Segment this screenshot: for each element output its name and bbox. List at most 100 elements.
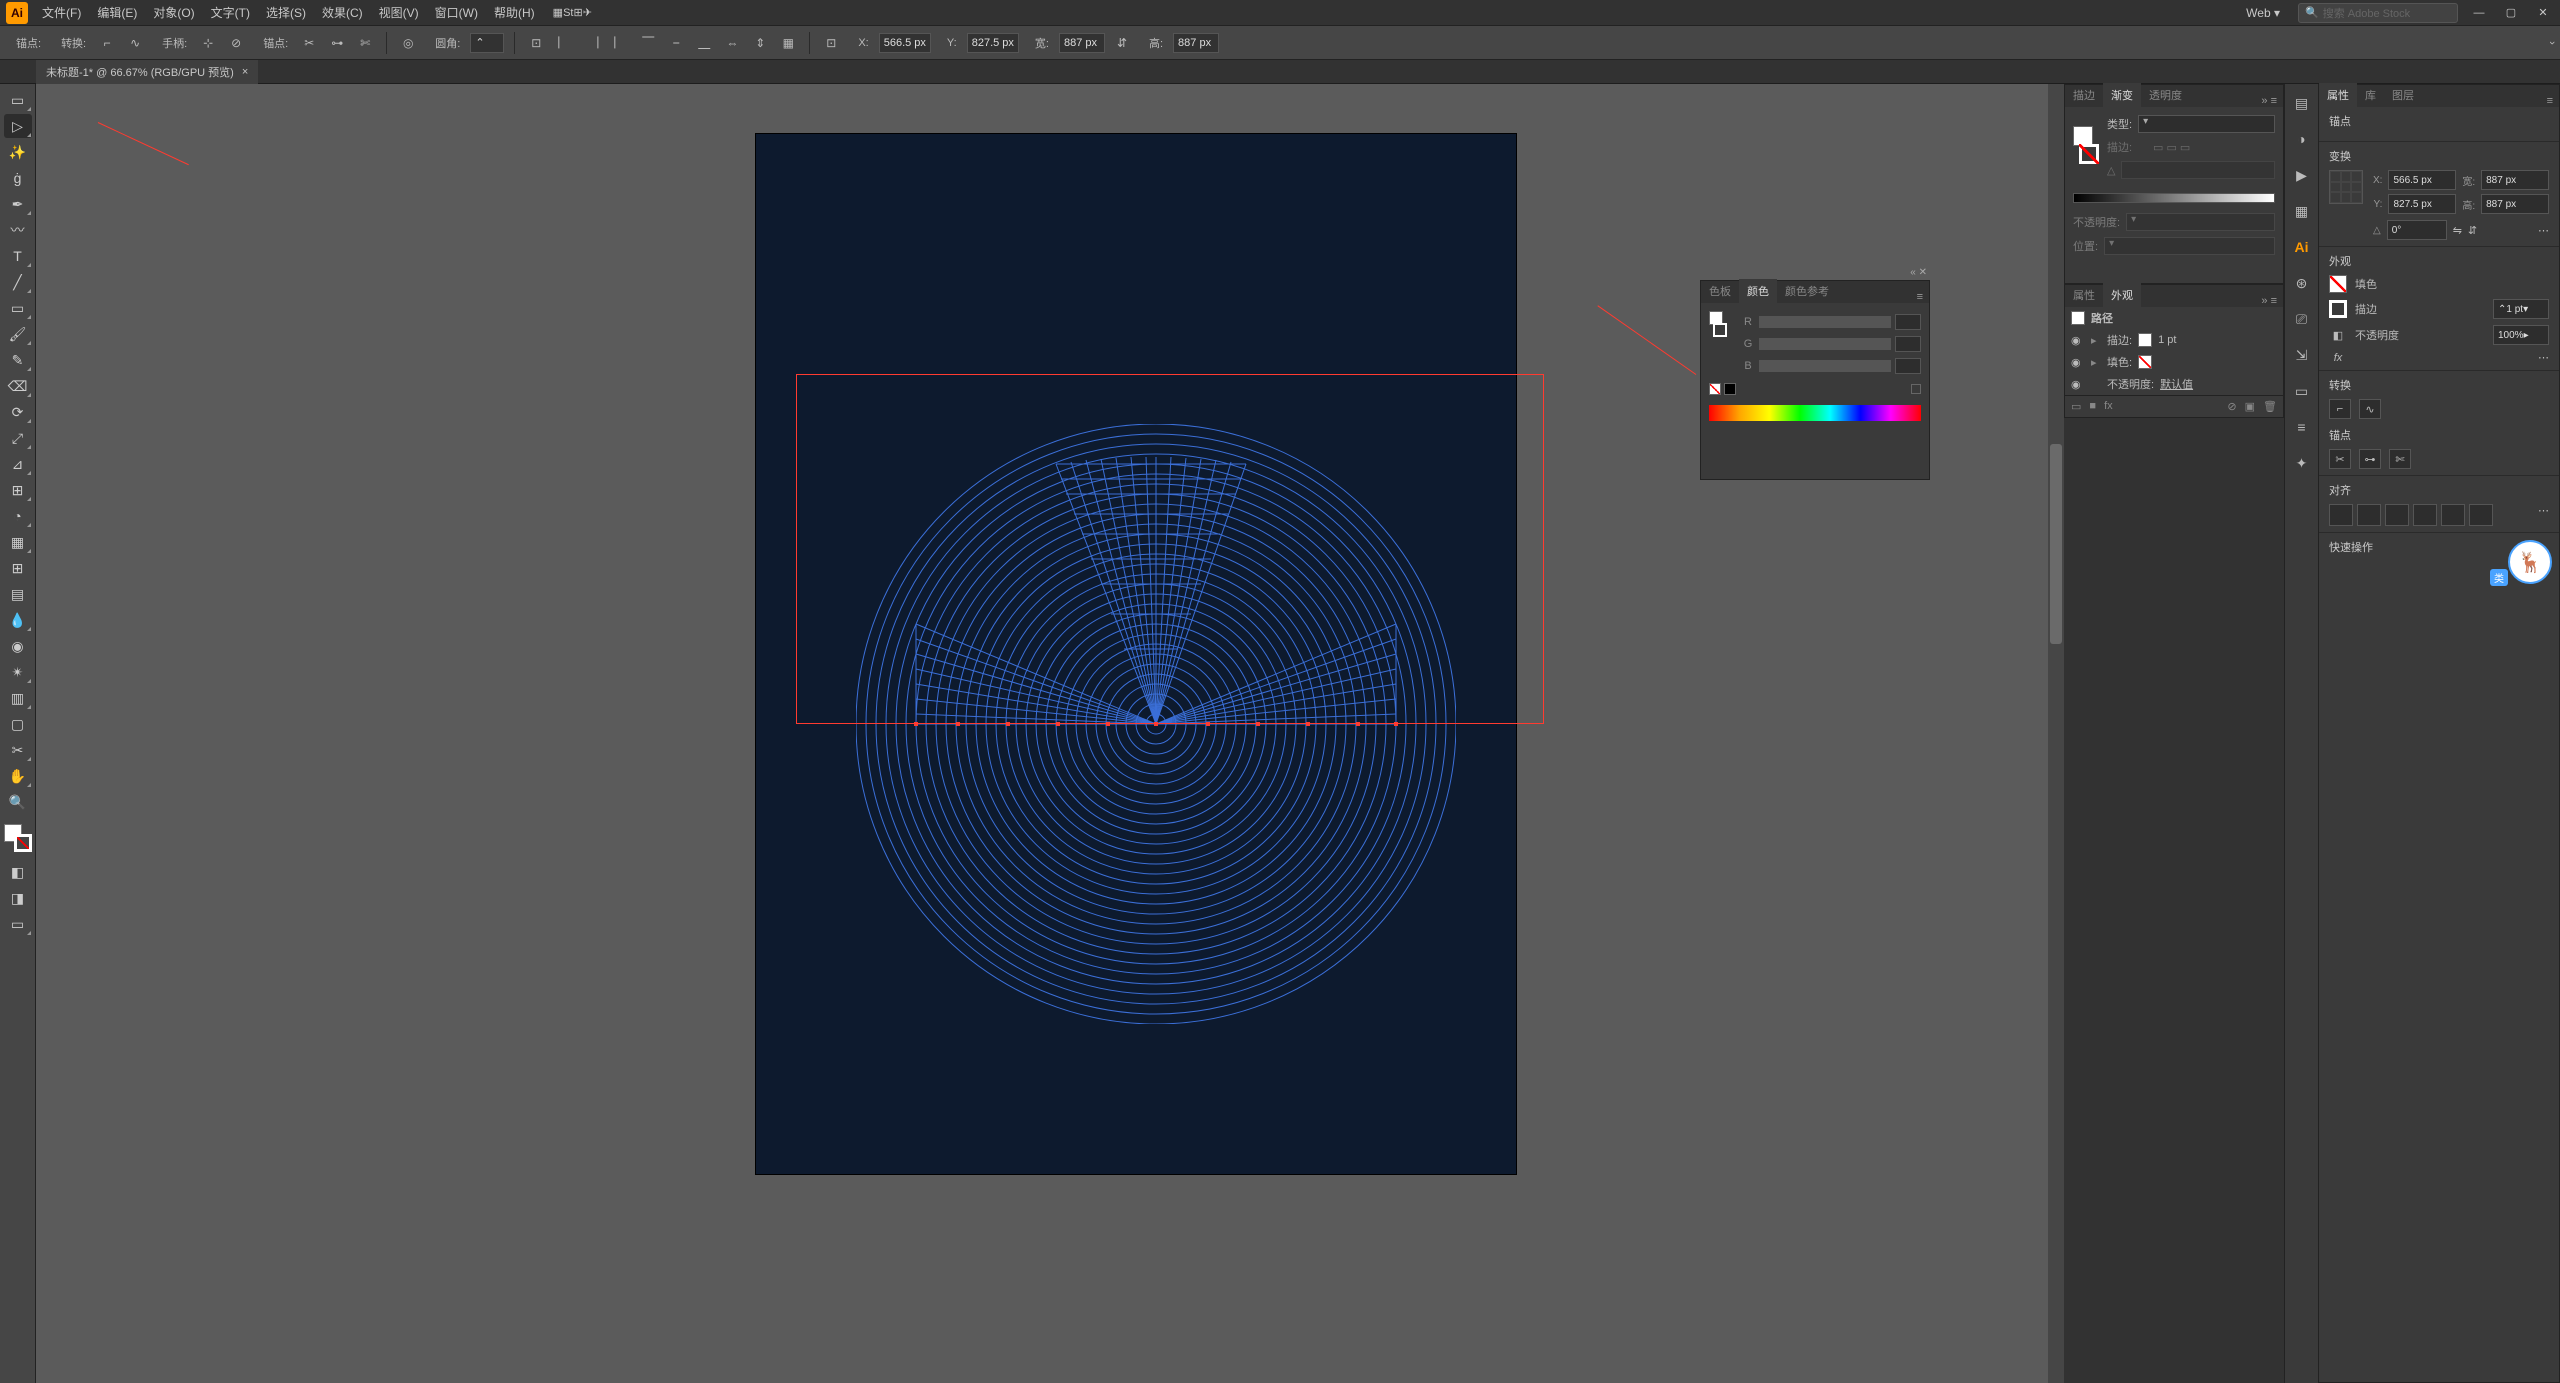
align-top[interactable] <box>2413 504 2437 526</box>
align-r-icon[interactable]: ⎸ <box>609 32 631 54</box>
add-fill-icon[interactable]: ■ <box>2089 400 2096 413</box>
spectrum-bar[interactable] <box>1709 405 1921 421</box>
menu-window[interactable]: 窗口(W) <box>427 0 486 25</box>
eyedropper-tool[interactable]: 💧 <box>4 608 32 632</box>
column-graph-tool[interactable]: ▥ <box>4 686 32 710</box>
add-stroke-icon[interactable]: ▭ <box>2071 400 2081 413</box>
swatches-icon[interactable]: ▦ <box>2291 200 2313 222</box>
grad-opacity-field[interactable]: ▾ <box>2126 213 2275 231</box>
convert-smooth-btn[interactable]: ∿ <box>2359 399 2381 419</box>
type-tool[interactable]: T <box>4 244 32 268</box>
r-value[interactable] <box>1895 314 1921 330</box>
color-mode-icon[interactable]: ◧ <box>4 860 32 884</box>
cut-anchor-btn[interactable]: ✄ <box>2389 449 2411 469</box>
document-tab[interactable]: 未标题-1* @ 66.67% (RGB/GPU 预览) × <box>36 60 258 84</box>
dist-h-icon[interactable]: ⇔ <box>721 32 743 54</box>
panel-menu-icon[interactable]: ≡ <box>2541 95 2559 107</box>
symbol-sprayer-tool[interactable]: ✴ <box>4 660 32 684</box>
black-swatch[interactable] <box>1724 383 1736 395</box>
prop-stroke-weight[interactable]: ⌃ 1 pt ▾ <box>2493 299 2549 319</box>
libraries-icon[interactable]: ▤ <box>2291 92 2313 114</box>
prop-rotate[interactable]: 0° <box>2387 220 2447 240</box>
tab-colorguide[interactable]: 颜色参考 <box>1777 279 1837 303</box>
prop-stroke-swatch[interactable] <box>2329 300 2347 318</box>
screen-mode-icon[interactable]: ▭ <box>4 912 32 936</box>
workspace-switcher[interactable]: Web ▾ <box>2238 2 2288 24</box>
connect-anchor-btn[interactable]: ⊶ <box>2359 449 2381 469</box>
stock-icon[interactable]: St <box>563 7 573 19</box>
link-wh-icon[interactable]: ⇵ <box>1111 32 1133 54</box>
stroke-color[interactable] <box>2138 333 2152 347</box>
transform-anchor-icon[interactable]: ⊡ <box>820 32 842 54</box>
menu-effect[interactable]: 效果(C) <box>314 0 371 25</box>
stroke-icon2[interactable]: ≡ <box>2291 416 2313 438</box>
none-swatch[interactable] <box>1709 383 1721 395</box>
fill-stroke-swatch[interactable] <box>4 824 32 852</box>
artboard-tool[interactable]: ▢ <box>4 712 32 736</box>
grad-pos-field[interactable]: ▾ <box>2104 237 2275 255</box>
align-vcenter[interactable] <box>2441 504 2465 526</box>
color-themes-icon[interactable]: ◑ <box>2291 128 2313 150</box>
add-effect-icon[interactable]: fx <box>2104 400 2113 413</box>
flip-v-icon[interactable]: ⇵ <box>2468 224 2477 237</box>
isolate-icon[interactable]: ◎ <box>397 32 419 54</box>
flip-h-icon[interactable]: ⇋ <box>2453 224 2462 237</box>
fill-color[interactable] <box>2138 355 2152 369</box>
perspective-tool[interactable]: ▦ <box>4 530 32 554</box>
tab-gradient[interactable]: 渐变 <box>2103 83 2141 107</box>
g-value[interactable] <box>1895 336 1921 352</box>
dist-v-icon[interactable]: ⇕ <box>749 32 771 54</box>
gradient-panel[interactable]: 描边 渐变 透明度 » ≡ 类型:▾ 描边:▭ ▭ ▭ △ <box>2064 84 2284 284</box>
x-field[interactable]: 566.5 px <box>879 33 931 53</box>
angle-field[interactable] <box>2121 161 2275 179</box>
close-button[interactable]: ✕ <box>2532 5 2554 21</box>
b-slider[interactable] <box>1759 360 1891 372</box>
gradient-tool[interactable]: ▤ <box>4 582 32 606</box>
gpu-icon[interactable]: ✈ <box>583 6 592 19</box>
corner-field[interactable]: ⌃ <box>470 33 504 53</box>
align-b-icon[interactable]: ⎽ <box>693 32 715 54</box>
eye-icon[interactable]: ◉ <box>2071 334 2085 347</box>
minimize-button[interactable]: — <box>2468 5 2490 21</box>
menu-view[interactable]: 视图(V) <box>371 0 427 25</box>
brushes-icon[interactable]: ▶ <box>2291 164 2313 186</box>
blend-tool[interactable]: ◉ <box>4 634 32 658</box>
prop-x[interactable]: 566.5 px <box>2388 170 2456 190</box>
g-slider[interactable] <box>1759 338 1891 350</box>
tab-appearance[interactable]: 外观 <box>2103 283 2141 307</box>
line-tool[interactable]: ╱ <box>4 270 32 294</box>
tab-layers[interactable]: 图层 <box>2384 83 2422 107</box>
stroke-weight-value[interactable]: 1 pt <box>2158 334 2176 346</box>
hex-toggle[interactable] <box>1911 384 1921 394</box>
scale-tool[interactable]: ⤢ <box>4 426 32 450</box>
gradient-type-select[interactable]: ▾ <box>2138 115 2275 133</box>
prop-opacity[interactable]: 100% ▸ <box>2493 325 2549 345</box>
color-panel[interactable]: « ✕ 色板 颜色 颜色参考 ≡ R G B <box>1700 280 1930 480</box>
panel-menu-icon[interactable]: » ≡ <box>2255 295 2283 307</box>
align-m-icon[interactable]: ⎯ <box>665 32 687 54</box>
css-icon[interactable]: ▭ <box>2291 380 2313 402</box>
reference-point[interactable] <box>2329 170 2363 204</box>
fx-icon[interactable]: fx <box>2329 352 2347 364</box>
vertical-scrollbar[interactable] <box>2048 84 2064 1383</box>
handle-show-icon[interactable]: ⊹ <box>197 32 219 54</box>
rectangle-tool[interactable]: ▭ <box>4 296 32 320</box>
y-field[interactable]: 827.5 px <box>967 33 1019 53</box>
mascot-badge[interactable]: 🦌类 <box>2508 540 2552 584</box>
prop-w[interactable]: 887 px <box>2481 170 2549 190</box>
panel-close-icon[interactable]: « ✕ <box>1910 267 1927 278</box>
panel-menu-icon[interactable]: ≡ <box>1911 291 1929 303</box>
hand-tool[interactable]: ✋ <box>4 764 32 788</box>
convert-corner-icon[interactable]: ⌐ <box>96 32 118 54</box>
menu-edit[interactable]: 编辑(E) <box>89 0 145 25</box>
align-right[interactable] <box>2385 504 2409 526</box>
close-tab-icon[interactable]: × <box>242 66 248 78</box>
gradient-slider[interactable] <box>2073 193 2275 203</box>
cut-path-icon[interactable]: ✄ <box>354 32 376 54</box>
b-value[interactable] <box>1895 358 1921 374</box>
prop-h[interactable]: 887 px <box>2481 194 2549 214</box>
tab-stroke[interactable]: 描边 <box>2065 83 2103 107</box>
remove-anchor-icon[interactable]: ✂ <box>298 32 320 54</box>
mesh-tool[interactable]: ⊞ <box>4 556 32 580</box>
artboards-icon[interactable]: ✦ <box>2291 452 2313 474</box>
